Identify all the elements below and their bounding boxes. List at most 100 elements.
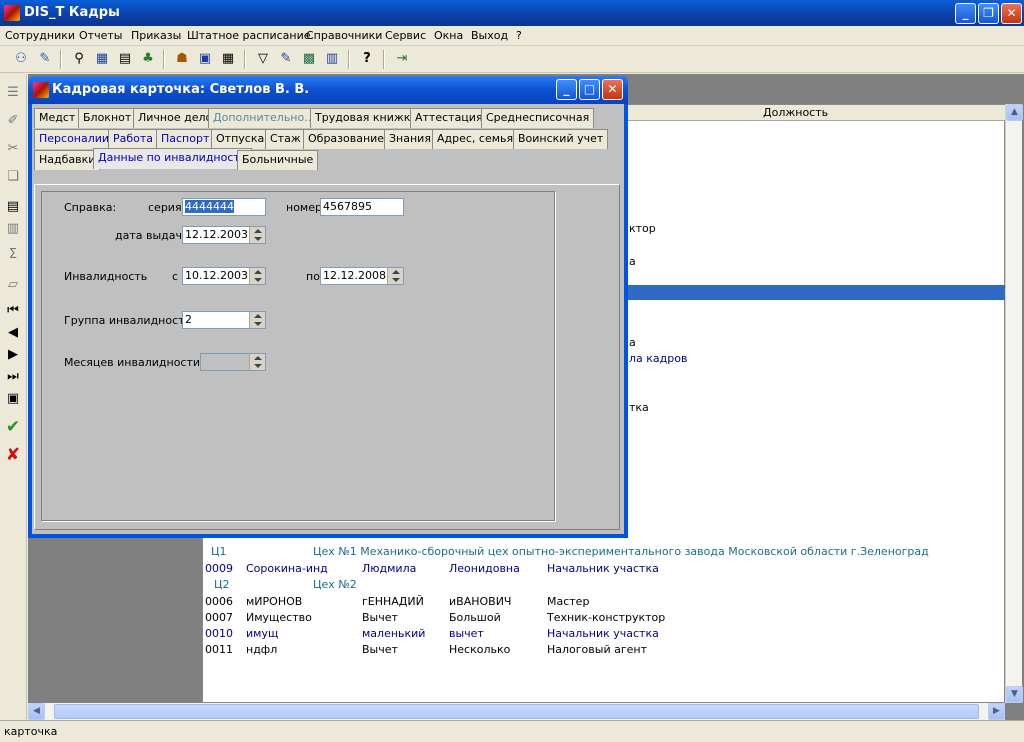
selected-row[interactable] (627, 285, 1005, 300)
calendar-icon[interactable]: ▦ (93, 50, 111, 68)
copy-icon[interactable]: ❏ (4, 168, 22, 186)
table-row[interactable]: 0010 имущ маленький вычет Начальник учас… (205, 627, 1000, 643)
menu-reports[interactable]: Отчеты (79, 29, 122, 42)
number-field[interactable]: 4567895 (320, 198, 404, 216)
tab-work-book[interactable]: Трудовая книжка (310, 108, 423, 128)
from-date-spinner[interactable] (249, 268, 265, 284)
horizontal-scrollbar[interactable]: ◀ ▶ (28, 703, 1005, 720)
edit-icon[interactable]: ✎ (277, 50, 295, 68)
disability-to-field[interactable]: 12.12.2008 (320, 267, 404, 285)
confirm-check-icon[interactable]: ✔ (4, 418, 22, 436)
row-first-name: Людмила (362, 562, 417, 575)
months-spinner[interactable] (249, 354, 265, 370)
tab-work[interactable]: Работа (108, 129, 159, 149)
vertical-scrollbar[interactable]: ▲ ▼ (1005, 104, 1023, 703)
insert-icon[interactable]: ▥ (4, 220, 22, 238)
table-row[interactable]: 0009 Сорокина-инд Людмила Леонидовна Нач… (205, 562, 1000, 578)
dialog-titlebar[interactable]: Кадровая карточка: Светлов В. В. _ □ ✕ (28, 76, 628, 104)
dialog-maximize-button[interactable]: □ (579, 79, 600, 100)
tab-experience[interactable]: Стаж (265, 129, 306, 149)
menu-references[interactable]: Справочники (306, 29, 382, 42)
minimize-button[interactable]: _ (955, 3, 976, 24)
cancel-cross-icon[interactable]: ✘ (4, 446, 22, 464)
menu-employees[interactable]: Сотрудники (5, 29, 75, 42)
tab-military[interactable]: Воинский учет (513, 129, 609, 149)
toolbar-separator (348, 50, 350, 69)
tab-medst[interactable]: Медст (34, 108, 81, 128)
card-icon[interactable]: ▣ (196, 50, 214, 68)
menu-help[interactable]: ? (516, 29, 522, 42)
to-date-spinner[interactable] (387, 268, 403, 284)
tab-disability-data[interactable]: Данные по инвалидности (93, 148, 252, 169)
scroll-up-icon[interactable]: ▲ (1006, 104, 1023, 121)
tab-notebook[interactable]: Блокнот (78, 108, 137, 128)
tab-address-family[interactable]: Адрес, семья (432, 129, 519, 149)
tab-personal-file[interactable]: Личное дело (133, 108, 218, 128)
open-folder-icon[interactable]: ▱ (4, 276, 22, 294)
series-value: 4444444 (185, 200, 234, 213)
issue-date-spinner[interactable] (249, 227, 265, 243)
filter-icon[interactable]: ▽ (254, 50, 272, 68)
close-button[interactable]: ✕ (1001, 3, 1022, 24)
issue-date-field[interactable]: 12.12.2003 (182, 226, 266, 244)
previous-record-icon[interactable]: ◀ (4, 324, 22, 342)
exit-door-icon[interactable]: ⇥ (393, 50, 411, 68)
disability-from-field[interactable]: 10.12.2003 (182, 267, 266, 285)
people-icon[interactable]: ☗ (173, 50, 191, 68)
tab-vacations[interactable]: Отпуска (211, 129, 270, 149)
table-row[interactable]: 0007 Имущество Вычет Большой Техник-конс… (205, 611, 1000, 627)
employee-card-window: Кадровая карточка: Светлов В. В. _ □ ✕ М… (28, 76, 628, 538)
save-icon[interactable]: ▣ (4, 390, 22, 408)
grid-icon[interactable]: ▥ (323, 50, 341, 68)
users-icon[interactable]: ⚇ (12, 50, 30, 68)
tab-knowledge[interactable]: Знания (384, 129, 436, 149)
find-person-icon[interactable]: ⚲ (70, 50, 88, 68)
row-first-name: Вычет (362, 611, 398, 624)
table-row[interactable]: Ц2 Цех №2 (205, 578, 1000, 594)
app-title: DIS_Т Кадры (24, 5, 120, 20)
calculator-icon[interactable]: ▩ (300, 50, 318, 68)
table-icon[interactable]: ▦ (219, 50, 237, 68)
next-record-icon[interactable]: ▶ (4, 346, 22, 364)
tab-passport[interactable]: Паспорт (156, 129, 215, 149)
disability-months-field[interactable] (200, 353, 266, 371)
tab-allowances[interactable]: Надбавки (34, 150, 101, 170)
from-value: 10.12.2003 (185, 269, 248, 282)
scroll-right-icon[interactable]: ▶ (988, 703, 1005, 720)
last-record-icon[interactable]: ⏭ (4, 368, 22, 386)
menu-windows[interactable]: Окна (434, 29, 463, 42)
eraser-icon[interactable]: ✐ (4, 112, 22, 130)
dialog-close-button[interactable]: ✕ (602, 79, 623, 100)
series-field[interactable]: 4444444 (182, 198, 266, 216)
group-spinner[interactable] (249, 312, 265, 328)
table-row[interactable]: Ц1 Цех №1 Механико-сборочный цех опытно-… (205, 545, 1000, 561)
tab-persons[interactable]: Персоналии (34, 129, 115, 149)
disability-group-field[interactable]: 2 (182, 311, 266, 329)
tab-education[interactable]: Образование (303, 129, 390, 149)
tools-icon[interactable]: ✎ (36, 50, 54, 68)
table-row[interactable]: 0011 ндфл Вычет Несколько Налоговый аген… (205, 643, 1000, 659)
paste-icon[interactable]: ▤ (4, 198, 22, 216)
palm-icon[interactable]: ♣ (139, 50, 157, 68)
tab-additional[interactable]: Дополнительно... (208, 108, 320, 128)
tab-attestation[interactable]: Аттестация (410, 108, 488, 128)
restore-button[interactable]: ❐ (978, 3, 999, 24)
scroll-down-icon[interactable]: ▼ (1006, 686, 1023, 703)
menu-service[interactable]: Сервис (385, 29, 426, 42)
document-icon[interactable]: ▤ (116, 50, 134, 68)
table-row[interactable]: 0006 мИРОНОВ гЕННАДИЙ иВАНОВИЧ Мастер (205, 595, 1000, 611)
horizontal-scroll-thumb[interactable] (54, 704, 979, 719)
menu-exit[interactable]: Выход (471, 29, 508, 42)
list-icon[interactable]: ☰ (4, 84, 22, 102)
scroll-left-icon[interactable]: ◀ (28, 703, 45, 720)
help-icon[interactable]: ? (358, 50, 376, 68)
sum-icon[interactable]: Σ (4, 246, 22, 264)
first-record-icon[interactable]: ⏮ (4, 302, 22, 320)
cut-icon[interactable]: ✂ (4, 140, 22, 158)
menu-staffing[interactable]: Штатное расписание (187, 29, 311, 42)
tab-sick-leave[interactable]: Больничные (237, 150, 319, 170)
menu-orders[interactable]: Приказы (131, 29, 181, 42)
tab-average-headcount[interactable]: Среднесписочная (481, 108, 595, 128)
column-position-header[interactable]: Должность (763, 106, 828, 119)
dialog-minimize-button[interactable]: _ (556, 79, 577, 100)
